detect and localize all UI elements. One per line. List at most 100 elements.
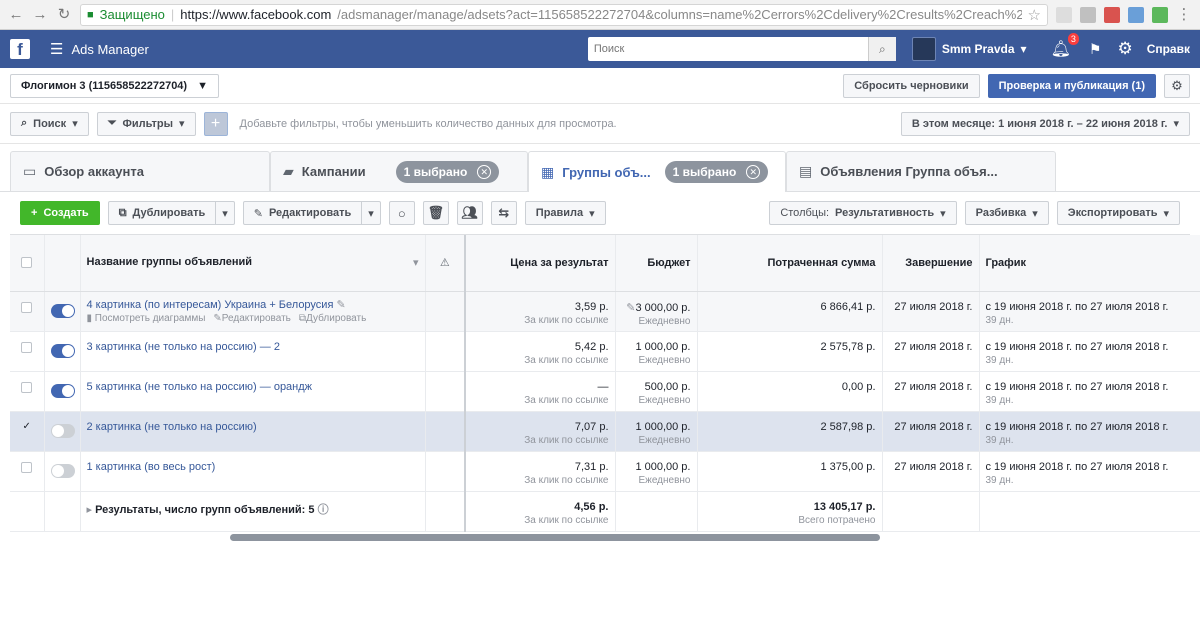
address-bar[interactable]: ■ Защищено | https://www.facebook.com/ad… [80, 3, 1048, 26]
url-path: /adsmanager/manage/adsets?act=1156585222… [337, 7, 1022, 22]
url-host: https://www.facebook.com [180, 7, 332, 22]
search-dropdown-button[interactable]: ⌕ Поиск ▾ [10, 111, 89, 136]
flag-icon[interactable]: ⚑ [1089, 41, 1102, 58]
tab-ads[interactable]: ▤ Объявления Группа объя... [786, 151, 1056, 191]
delivery-toggle[interactable] [50, 423, 75, 438]
row-toggle-cell [44, 291, 81, 331]
menu-kebab-icon[interactable]: ⋮ [1176, 6, 1192, 23]
delivery-toggle[interactable] [50, 383, 75, 398]
settings-gear-icon[interactable]: ⚙ [1164, 73, 1190, 98]
audience-icon[interactable]: 👥︎ [456, 201, 483, 225]
duplicate-dropdown-button[interactable]: ▾ [216, 201, 235, 225]
table-row[interactable]: 4 картинка (по интересам) Украина + Бело… [10, 291, 1200, 331]
review-publish-button[interactable]: Проверка и публикация (1) [987, 73, 1156, 98]
summary-spent-sub: Всего потрачено [798, 514, 876, 526]
extension-icon[interactable] [1128, 6, 1144, 23]
column-header-cost[interactable]: Цена за результат [465, 235, 616, 292]
edit-dropdown-button[interactable]: ▾ [362, 201, 381, 225]
column-header-end[interactable]: Завершение [882, 235, 980, 292]
extension-icon[interactable] [1056, 6, 1072, 23]
refresh-icon[interactable]: ○ [388, 201, 415, 225]
create-button[interactable]: + Создать [20, 201, 100, 225]
forward-icon[interactable]: → [32, 6, 48, 23]
tab-adsets[interactable]: ▦ Группы объ... 1 выбрано ✕ [528, 151, 786, 192]
horizontal-scrollbar[interactable] [230, 534, 880, 541]
search-input[interactable] [587, 37, 868, 61]
row-checkbox[interactable] [21, 301, 33, 313]
duplicate-button[interactable]: ⧉ Дублировать [107, 201, 217, 225]
adset-name-link[interactable]: 1 картинка (во весь рост) [87, 461, 216, 473]
trash-icon[interactable]: 🗑︎ [422, 201, 449, 225]
delivery-toggle[interactable] [50, 303, 75, 318]
view-charts-link[interactable]: ▮ Посмотреть диаграммы [87, 313, 206, 324]
adset-name-link[interactable]: 5 картинка (не только на россию) — оранд… [87, 381, 313, 393]
adset-name-link[interactable]: 3 картинка (не только на россию) — 2 [87, 341, 280, 353]
gear-icon[interactable]: ⚙ [1117, 39, 1132, 59]
extension-icon[interactable] [1080, 6, 1096, 23]
columns-dropdown-button[interactable]: Столбцы: Результативность ▾ [769, 201, 957, 225]
delivery-toggle[interactable] [50, 463, 75, 478]
export-dropdown-button[interactable]: Экспортировать ▾ [1056, 201, 1180, 225]
reload-icon[interactable]: ↻ [56, 6, 72, 23]
filters-label: Фильтры [122, 117, 173, 130]
row-checkbox[interactable] [21, 381, 33, 393]
preview-icon[interactable]: ⇆ [490, 201, 517, 225]
budget-cell[interactable]: 1 000,00 р. Ежедневно [615, 451, 698, 491]
row-checkbox[interactable] [21, 341, 33, 353]
table-row[interactable]: ✓ 2 картинка (не только на россию) 7,07 … [10, 411, 1200, 451]
cost-cell: — За клик по ссылке [465, 371, 616, 411]
row-select-cell: ✓ [10, 411, 45, 451]
notifications-bell-icon[interactable]: 🔔︎ 3 [1051, 33, 1079, 59]
edit-button[interactable]: ✎ Редактировать [242, 201, 363, 225]
select-all-checkbox[interactable] [21, 257, 33, 269]
delivery-toggle[interactable] [50, 343, 75, 358]
clear-selection-icon[interactable]: ✕ [477, 164, 492, 179]
extension-icon[interactable] [1152, 6, 1168, 23]
column-header-schedule[interactable]: График [979, 235, 1200, 292]
summary-label-cell[interactable]: ▸ Результаты, число групп объявлений: 5 … [80, 491, 426, 531]
tab-campaigns[interactable]: ▰ Кампании 1 выбрано ✕ [270, 151, 528, 191]
ad-account-selector[interactable]: Флогимон 3 (115658522272704) ▼ [10, 73, 219, 98]
help-link[interactable]: Справк [1147, 42, 1190, 56]
extension-icon[interactable] [1104, 6, 1120, 23]
table-row[interactable]: 3 картинка (не только на россию) — 2 5,4… [10, 331, 1200, 371]
date-range-picker[interactable]: В этом месяце: 1 июня 2018 г. – 22 июня … [900, 111, 1190, 136]
add-filter-plus-icon[interactable]: + [203, 111, 228, 136]
tab-account-overview[interactable]: ▭ Обзор аккаунта [10, 151, 270, 191]
cost-value: 3,59 р. [574, 300, 609, 313]
budget-cell[interactable]: 500,00 р. Ежедневно [615, 371, 698, 411]
column-header-name[interactable]: Название группы объявлений ▾ [80, 235, 426, 292]
adset-name-link[interactable]: 2 картинка (не только на россию) [87, 421, 257, 433]
table-row[interactable]: 1 картинка (во весь рост) 7,31 р. За клик… [10, 451, 1200, 491]
info-icon[interactable]: ⓘ [318, 504, 329, 516]
facebook-logo-icon[interactable]: f [10, 39, 30, 59]
column-header-errors[interactable]: ⚠ [425, 235, 466, 292]
clear-selection-icon[interactable]: ✕ [746, 165, 761, 179]
budget-cell[interactable]: 1 000,00 р. Ежедневно [615, 331, 698, 371]
row-checkbox-checked[interactable]: ✓ [21, 421, 32, 433]
caret-down-icon: ▾ [589, 207, 595, 220]
campaigns-selected-pill[interactable]: 1 выбрано ✕ [395, 160, 500, 183]
pencil-icon[interactable]: ✎ [336, 299, 345, 311]
row-duplicate-link[interactable]: ⧉Дублировать [299, 313, 366, 324]
budget-cell[interactable]: 1 000,00 р. Ежедневно [615, 411, 698, 451]
search-icon: ⌕ [21, 117, 28, 129]
ad-account-label: Флогимон 3 (115658522272704) [21, 79, 188, 92]
discard-drafts-button[interactable]: Сбросить черновики [843, 73, 980, 98]
adset-name-link[interactable]: 4 картинка (по интересам) Украина + Бело… [87, 299, 334, 311]
budget-cell[interactable]: ✎3 000,00 р. Ежедневно [615, 291, 698, 331]
back-icon[interactable]: ← [8, 6, 24, 23]
row-checkbox[interactable] [21, 461, 33, 473]
search-icon[interactable]: ⌕ [867, 37, 896, 61]
adsets-selected-pill[interactable]: 1 выбрано ✕ [664, 161, 769, 183]
table-row[interactable]: 5 картинка (не только на россию) — оранд… [10, 371, 1200, 411]
row-edit-link[interactable]: ✎Редактировать [213, 313, 290, 324]
filters-dropdown-button[interactable]: ⏷ Фильтры ▾ [96, 111, 196, 136]
column-header-budget[interactable]: Бюджет [615, 235, 698, 292]
rules-dropdown-button[interactable]: Правила ▾ [524, 201, 606, 225]
breakdown-dropdown-button[interactable]: Разбивка ▾ [964, 201, 1049, 225]
column-header-spent[interactable]: Потраченная сумма [697, 235, 883, 292]
menu-hamburger-icon[interactable]: ☰ [50, 40, 63, 58]
bookmark-star-icon[interactable]: ☆ [1028, 6, 1041, 24]
account-menu[interactable]: Smm Pravda ▾ [911, 37, 1027, 61]
